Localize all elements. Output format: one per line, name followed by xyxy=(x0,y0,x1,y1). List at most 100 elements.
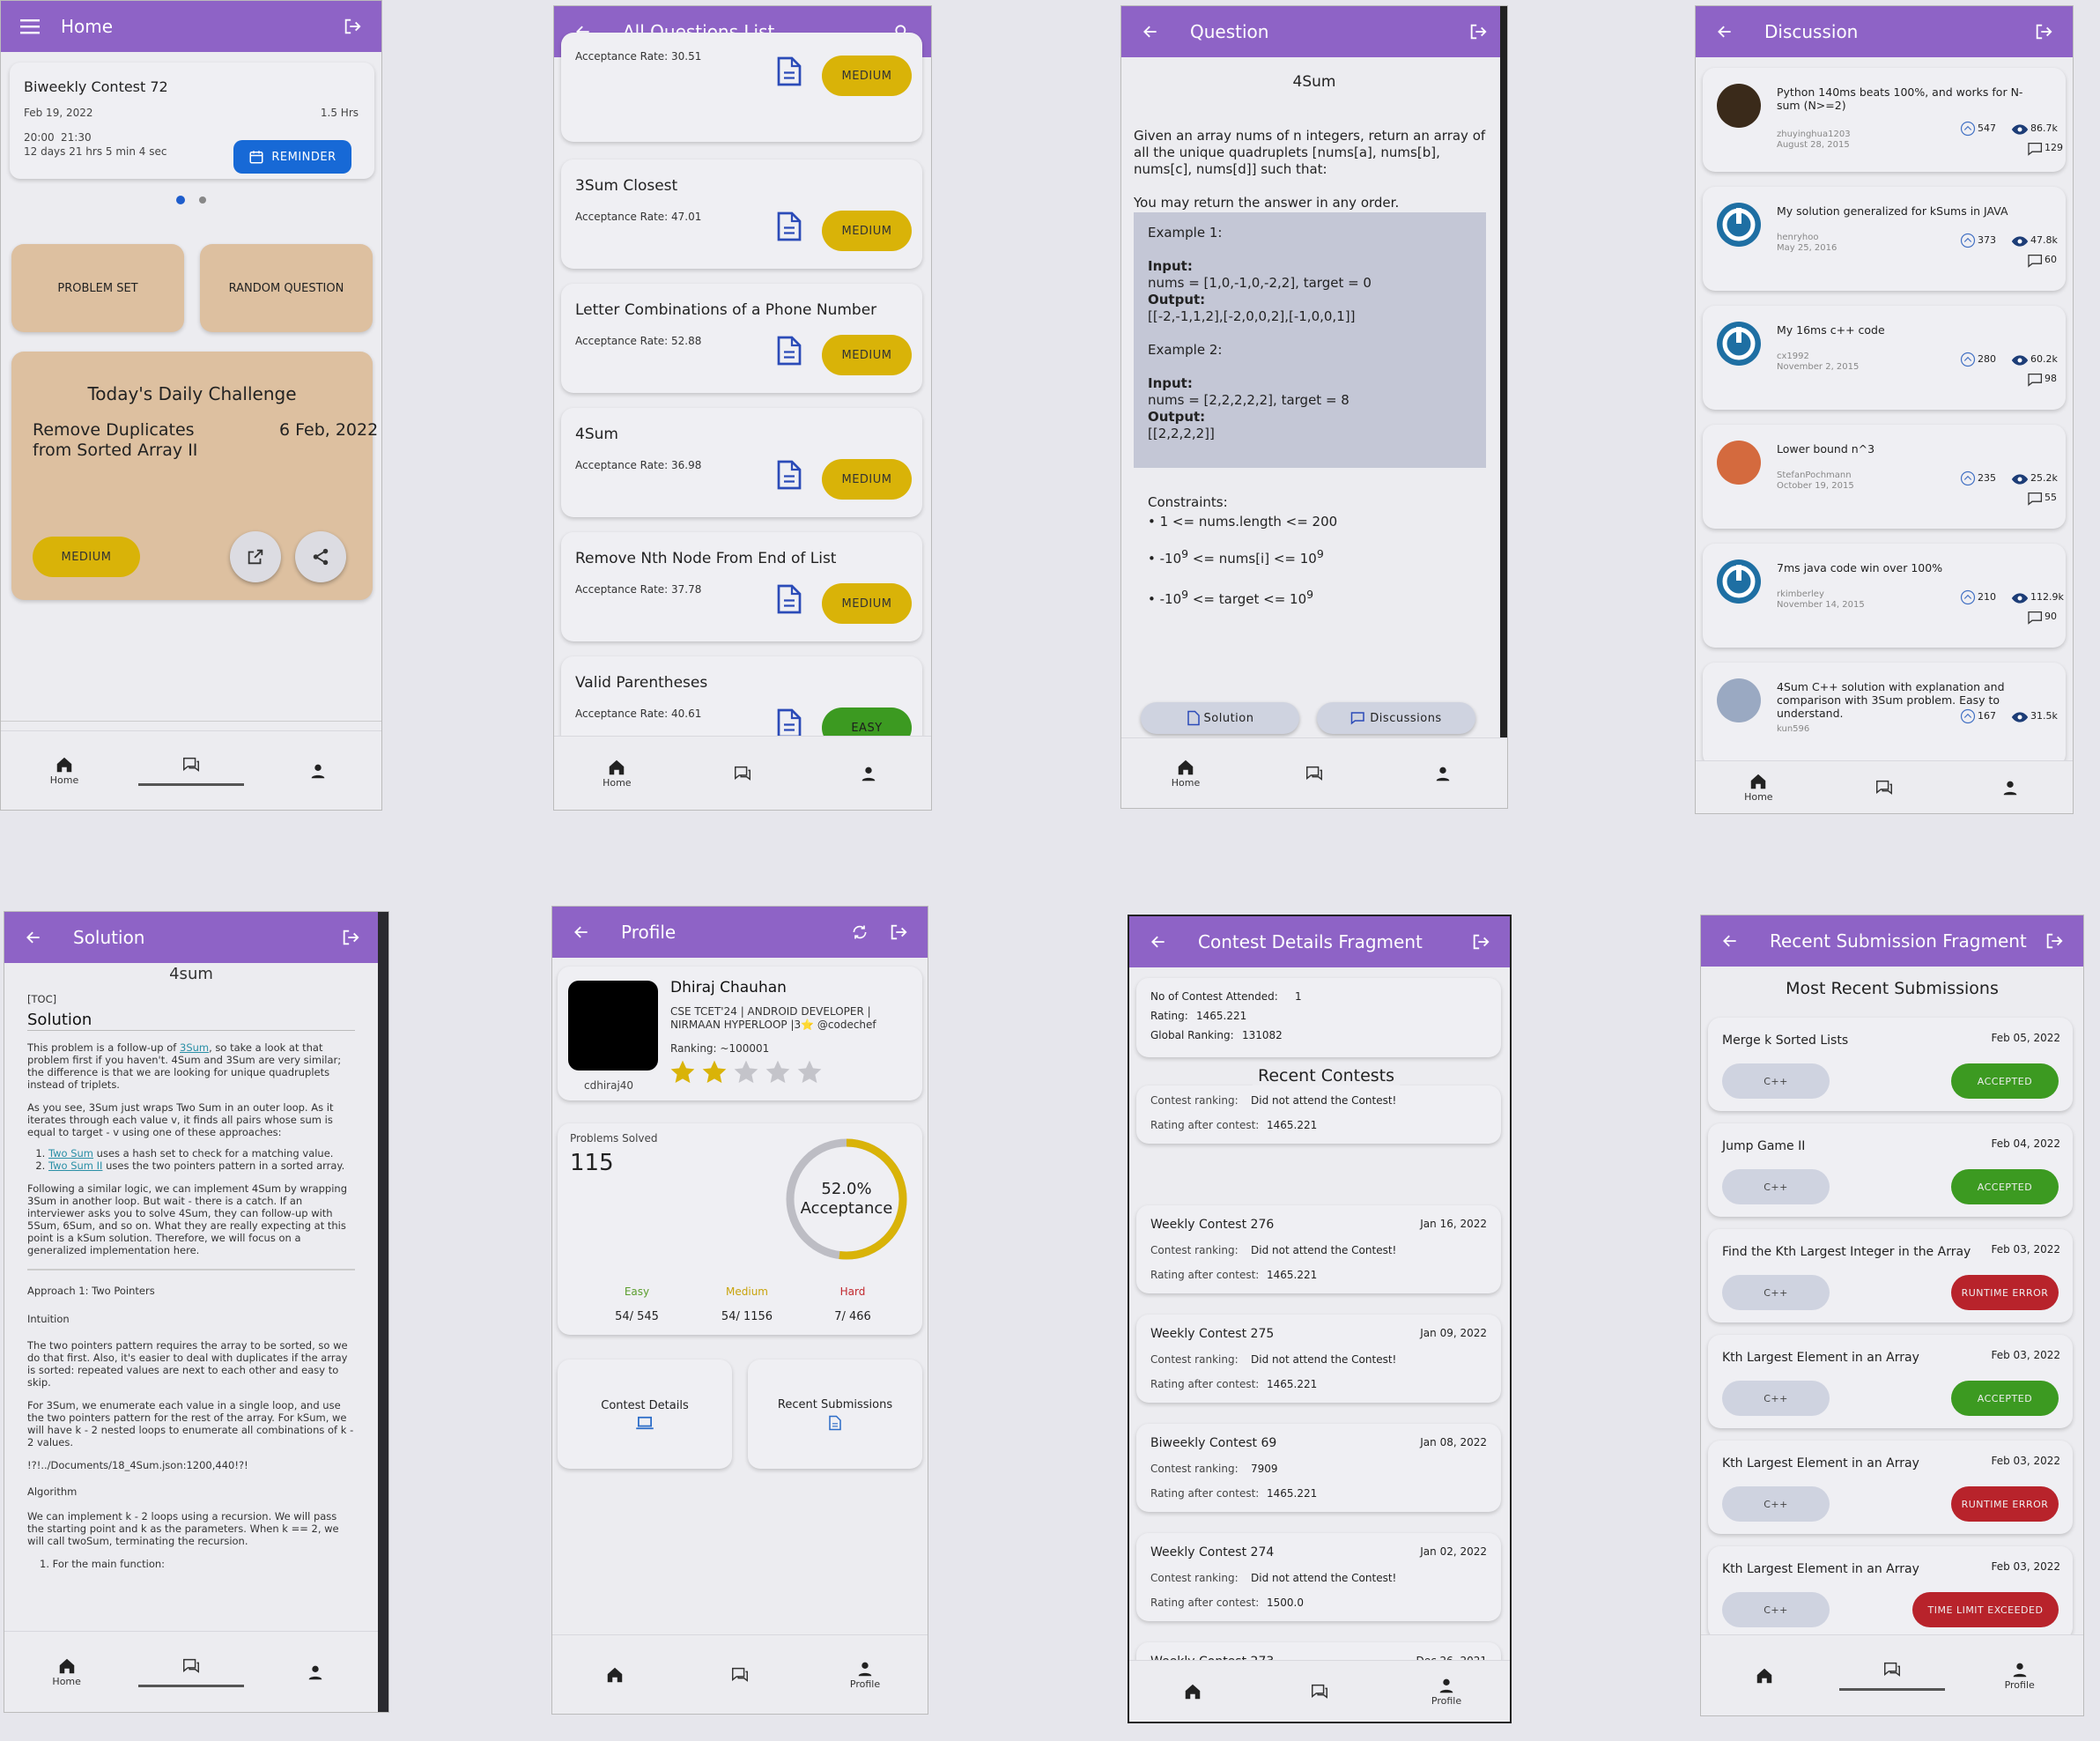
discussion-card[interactable]: Lower bound n^3 StefanPochmann October 19,… xyxy=(1703,425,2066,529)
nav-home[interactable] xyxy=(1701,1635,1829,1715)
discussion-screen: Discussion Python 140ms beats 100%, and … xyxy=(1695,5,2074,814)
avatar[interactable] xyxy=(1717,559,1761,604)
3sum-link[interactable]: 3Sum xyxy=(180,1041,209,1054)
vote-count: 280 xyxy=(1978,353,1996,365)
pager-dot-active[interactable] xyxy=(176,196,185,204)
nav-discuss[interactable] xyxy=(1822,761,1948,813)
contest-card[interactable]: Biweekly Contest 69 Jan 08, 2022 Contest r… xyxy=(1136,1424,1501,1512)
submission-card[interactable]: Kth Largest Element in an Array Feb 03, 2… xyxy=(1708,1441,2073,1534)
nav-profile[interactable] xyxy=(805,737,931,810)
output-label: Output: xyxy=(1148,409,1206,425)
acceptance-rate: Acceptance Rate: 40.61 xyxy=(575,708,702,720)
menu-icon[interactable] xyxy=(17,13,43,40)
discussion-card[interactable]: Python 140ms beats 100%, and works for N… xyxy=(1703,68,2066,172)
back-arrow-icon[interactable] xyxy=(568,919,595,945)
two-sum-link[interactable]: Two Sum xyxy=(48,1147,93,1159)
logout-icon[interactable] xyxy=(2041,928,2067,954)
document-icon[interactable] xyxy=(776,459,802,494)
document-icon[interactable] xyxy=(776,583,802,619)
problem-set-button[interactable]: PROBLEM SET xyxy=(11,244,184,332)
submission-card[interactable]: Kth Largest Element in an Array Feb 03, 2… xyxy=(1708,1335,2073,1428)
document-icon[interactable] xyxy=(776,56,802,91)
avatar[interactable] xyxy=(1717,203,1761,247)
question-card[interactable]: 4Sum Acceptance Rate: 36.98 MEDIUM xyxy=(561,408,922,517)
window-edge xyxy=(1500,6,1507,808)
logout-icon[interactable] xyxy=(2030,19,2057,45)
nav-home[interactable]: Home xyxy=(4,1632,129,1712)
nav-profile[interactable] xyxy=(1947,761,2073,813)
contest-card[interactable]: Weekly Contest 274 Jan 02, 2022 Contest ra… xyxy=(1136,1533,1501,1621)
vote-count: 373 xyxy=(1978,234,1996,246)
document-icon xyxy=(829,1415,841,1430)
avatar[interactable] xyxy=(1717,441,1761,485)
nav-discuss[interactable] xyxy=(680,737,806,810)
back-arrow-icon[interactable] xyxy=(1145,929,1172,955)
contest-card[interactable]: Weekly Contest 276 Jan 16, 2022 Contest ra… xyxy=(1136,1205,1501,1293)
random-question-button[interactable]: RANDOM QUESTION xyxy=(200,244,373,332)
nav-discuss[interactable] xyxy=(1256,1661,1383,1722)
nav-profile[interactable] xyxy=(254,1632,378,1712)
avatar[interactable] xyxy=(1717,322,1761,366)
avatar[interactable] xyxy=(568,981,658,1071)
question-card[interactable]: Acceptance Rate: 30.51 MEDIUM xyxy=(561,33,922,142)
logout-icon[interactable] xyxy=(1465,19,1491,45)
logout-icon[interactable] xyxy=(339,13,366,40)
document-icon[interactable] xyxy=(776,211,802,246)
question-card[interactable]: Remove Nth Node From End of List Acceptan… xyxy=(561,532,922,641)
rating-after-label: Rating after contest: xyxy=(1150,1597,1260,1609)
reminder-button[interactable]: REMINDER xyxy=(233,140,351,174)
question-card[interactable]: Letter Combinations of a Phone Number Acc… xyxy=(561,284,922,393)
nav-home[interactable]: Home xyxy=(1,731,128,810)
solution-button[interactable]: Solution xyxy=(1141,702,1299,734)
logout-icon[interactable] xyxy=(885,919,912,945)
logout-icon[interactable] xyxy=(337,924,364,951)
submission-card[interactable]: Jump Game II Feb 04, 2022 C++ ACCEPTED xyxy=(1708,1123,2073,1217)
document-icon[interactable] xyxy=(776,335,802,370)
submission-card[interactable]: Kth Largest Element in an Array Feb 03, 2… xyxy=(1708,1546,2073,1640)
nav-discuss[interactable] xyxy=(128,731,255,810)
open-link-button[interactable] xyxy=(230,531,281,582)
submission-card[interactable]: Find the Kth Largest Integer in the Arra… xyxy=(1708,1229,2073,1322)
logout-icon[interactable] xyxy=(1468,929,1494,955)
nav-profile[interactable] xyxy=(255,731,381,810)
avatar[interactable] xyxy=(1717,678,1761,722)
back-arrow-icon[interactable] xyxy=(1717,928,1743,954)
back-arrow-icon[interactable] xyxy=(20,924,47,951)
share-button[interactable] xyxy=(295,531,346,582)
pager-dot[interactable] xyxy=(199,196,206,204)
nav-home[interactable] xyxy=(1129,1661,1256,1722)
nav-discuss[interactable] xyxy=(129,1632,253,1712)
nav-discuss[interactable] xyxy=(1829,1635,1956,1715)
contest-card[interactable]: Weekly Contest 275 Jan 09, 2022 Contest ra… xyxy=(1136,1315,1501,1403)
nav-profile[interactable]: Profile xyxy=(802,1635,928,1714)
submission-card[interactable]: Merge k Sorted Lists Feb 05, 2022 C++ ACCEP… xyxy=(1708,1018,2073,1111)
contest-card[interactable]: Contest ranking: Did not attend the Conte… xyxy=(1136,1085,1501,1144)
contest-card[interactable]: Biweekly Contest 72 Feb 19, 2022 1.5 Hrs… xyxy=(10,63,374,179)
question-card[interactable]: 3Sum Closest Acceptance Rate: 47.01 MEDIUM xyxy=(561,159,922,269)
app-bar: Profile xyxy=(552,907,928,958)
contest-countdown: 12 days 21 hrs 5 min 4 sec xyxy=(24,145,167,158)
two-sum-ii-link[interactable]: Two Sum II xyxy=(48,1159,102,1172)
discussion-card[interactable]: 4Sum C++ solution with explanation and c… xyxy=(1703,663,2066,767)
refresh-icon[interactable] xyxy=(847,919,873,945)
avatar[interactable] xyxy=(1717,84,1761,128)
nav-profile[interactable]: Profile xyxy=(1956,1635,2083,1715)
chat-icon xyxy=(732,1667,748,1682)
discussion-card[interactable]: My 16ms c++ code cx1992 November 2, 2015 28… xyxy=(1703,306,2066,410)
discussions-button[interactable]: Discussions xyxy=(1317,702,1475,734)
daily-challenge-card[interactable]: Today's Daily Challenge Remove Duplicate… xyxy=(11,352,378,600)
nav-home[interactable] xyxy=(552,1635,677,1714)
nav-profile[interactable]: Profile xyxy=(1383,1661,1510,1722)
discussion-card[interactable]: My solution generalized for kSums in JAV… xyxy=(1703,187,2066,291)
nav-discuss[interactable] xyxy=(1250,738,1379,808)
discussion-card[interactable]: 7ms java code win over 100% rkimberley Nov… xyxy=(1703,544,2066,648)
recent-submissions-button[interactable]: Recent Submissions xyxy=(748,1359,922,1469)
contest-details-button[interactable]: Contest Details xyxy=(558,1359,732,1469)
nav-home[interactable]: Home xyxy=(554,737,680,810)
nav-home[interactable]: Home xyxy=(1696,761,1822,813)
nav-home[interactable]: Home xyxy=(1121,738,1250,808)
nav-profile[interactable] xyxy=(1379,738,1507,808)
back-arrow-icon[interactable] xyxy=(1712,19,1738,45)
back-arrow-icon[interactable] xyxy=(1137,19,1164,45)
nav-discuss[interactable] xyxy=(677,1635,802,1714)
